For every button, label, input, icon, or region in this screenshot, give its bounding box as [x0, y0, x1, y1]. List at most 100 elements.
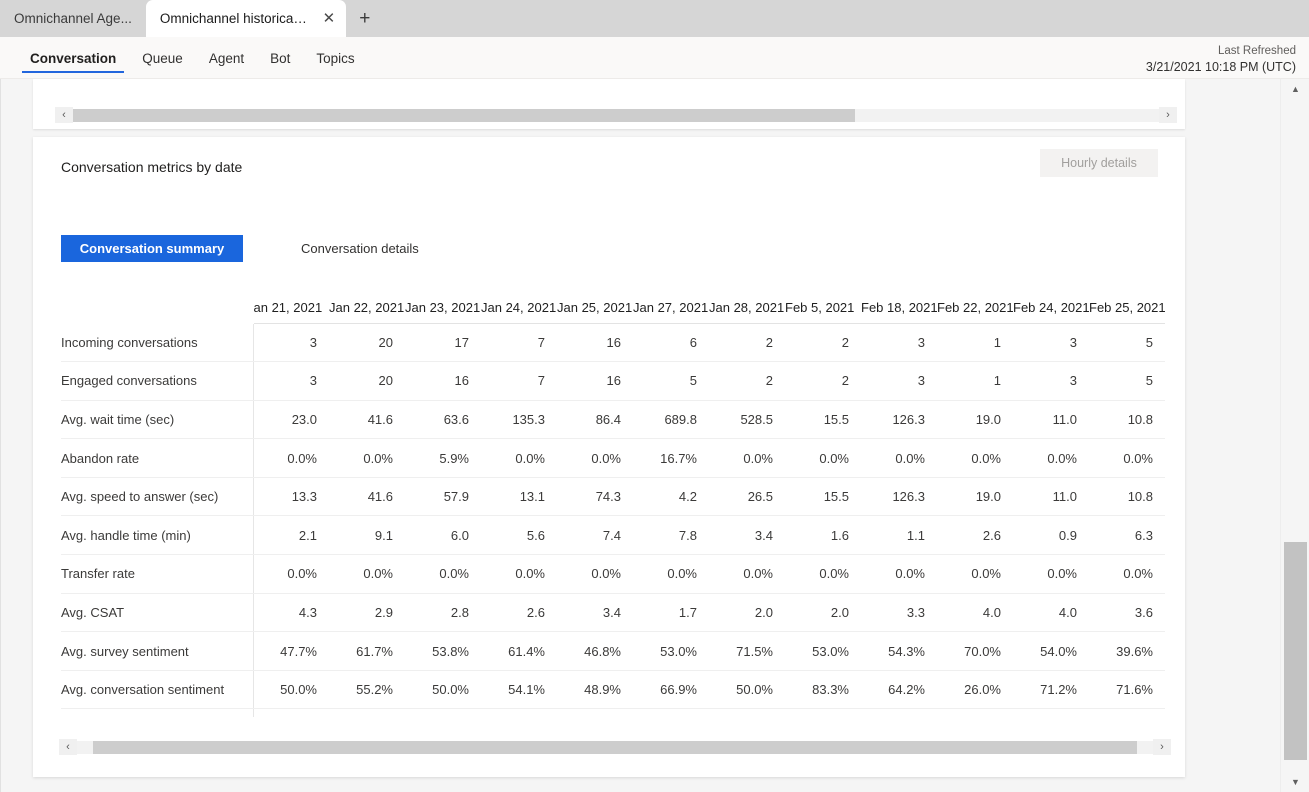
cell-r1-c9: 1: [937, 361, 1013, 401]
row-header-6: Transfer rate: [61, 554, 254, 594]
row-header-9: Avg. conversation sentiment: [61, 670, 254, 710]
app-header: Conversation Queue Agent Bot Topics Last…: [0, 37, 1309, 79]
pivot-conversation-details[interactable]: Conversation details: [285, 235, 435, 262]
cell-r5-c1: 9.1: [329, 515, 405, 556]
tab-topics[interactable]: Topics: [306, 37, 364, 79]
cell-r8-c7: 53.0%: [785, 631, 861, 671]
chevron-right-icon[interactable]: ›: [1153, 739, 1171, 755]
cell-r2-c4: 86.4: [557, 400, 633, 440]
cell-r1-c7: 2: [785, 361, 861, 401]
table-body: Incoming conversations 3 20 17 7 16 6 2 2 3 1 3 5 Eng…: [61, 323, 1165, 717]
chevron-right-icon[interactable]: ›: [1159, 107, 1177, 123]
cell-r3-c11: 0.0%: [1089, 438, 1165, 478]
table-row: Transfer rate 0.0% 0.0% 0.0% 0.0% 0.0% 0.0% 0.0…: [61, 554, 1165, 594]
scroll-thumb[interactable]: [1284, 542, 1307, 760]
cell-r1-c3: 7: [481, 361, 557, 401]
cell-r5-c2: 6.0: [405, 515, 481, 556]
cell-r9-c10: 71.2%: [1013, 670, 1089, 710]
cell-r2-c2: 63.6: [405, 400, 481, 440]
scroll-track[interactable]: [73, 108, 1159, 122]
cell-r3-c5: 16.7%: [633, 438, 709, 478]
table-row: Engaged conversations 3 20 16 7 16 5 2 2 3 1 3 5: [61, 361, 1165, 401]
tab-agent[interactable]: Agent: [199, 37, 254, 79]
cell-r8-c4: 46.8%: [557, 631, 633, 671]
cell-r1-c11: 5: [1089, 361, 1165, 401]
row-header-5: Avg. handle time (min): [61, 515, 254, 556]
cell-r8-c9: 70.0%: [937, 631, 1013, 671]
browser-tab-label: Omnichannel historical an...: [159, 11, 308, 26]
cell-r3-c6: 0.0%: [709, 438, 785, 478]
cell-r8-c10: 54.0%: [1013, 631, 1089, 671]
chevron-left-icon[interactable]: ‹: [59, 739, 77, 755]
cell-r0-c10: 3: [1013, 323, 1089, 363]
cell-r2-c10: 11.0: [1013, 400, 1089, 440]
cell-r7-c9: 4.0: [937, 593, 1013, 633]
cell-r0-c0: 3: [253, 323, 329, 363]
cell-r5-c3: 5.6: [481, 515, 557, 556]
metrics-table: an 21, 2021 Jan 22, 2021 Jan 23, 2021 Jan 2…: [61, 277, 1165, 717]
cell-r7-c0: 4.3: [253, 593, 329, 633]
tab-queue[interactable]: Queue: [132, 37, 193, 79]
cell-r4-c3: 13.1: [481, 477, 557, 517]
cell-r2-c3: 135.3: [481, 400, 557, 440]
column-header-8: Feb 18, 2021: [861, 277, 937, 324]
metrics-table-wrapper: an 21, 2021 Jan 22, 2021 Jan 23, 2021 Jan 2…: [61, 277, 1165, 717]
row-header-1: Engaged conversations: [61, 361, 254, 401]
cell-r0-c3: 7: [481, 323, 557, 363]
cell-r8-c2: 53.8%: [405, 631, 481, 671]
cell-r7-c1: 2.9: [329, 593, 405, 633]
tab-label: Bot: [270, 50, 291, 66]
cell-r10-c6: 6.8: [709, 708, 785, 717]
column-header-3: Jan 24, 2021: [481, 277, 557, 324]
cell-r7-c6: 2.0: [709, 593, 785, 633]
plus-icon[interactable]: +: [346, 0, 384, 37]
row-header-3: Abandon rate: [61, 438, 254, 478]
cell-r6-c9: 0.0%: [937, 554, 1013, 594]
cell-r0-c9: 1: [937, 323, 1013, 363]
cell-r6-c6: 0.0%: [709, 554, 785, 594]
cell-r6-c8: 0.0%: [861, 554, 937, 594]
cell-r7-c7: 2.0: [785, 593, 861, 633]
browser-tab-active[interactable]: Omnichannel historical an... ✕: [145, 0, 346, 37]
pivot-conversation-summary[interactable]: Conversation summary: [61, 235, 243, 262]
tab-label: Queue: [142, 50, 183, 66]
table-row: Abandon rate 0.0% 0.0% 5.9% 0.0% 0.0% 16.7% 0.0…: [61, 438, 1165, 478]
cell-r0-c6: 2: [709, 323, 785, 363]
chevron-up-icon[interactable]: ▲: [1281, 79, 1309, 99]
cell-r1-c4: 16: [557, 361, 633, 401]
upper-horizontal-scrollbar[interactable]: ‹ ›: [55, 107, 1177, 123]
chevron-left-icon[interactable]: ‹: [55, 107, 73, 123]
cell-r2-c1: 41.6: [329, 400, 405, 440]
cell-r1-c5: 5: [633, 361, 709, 401]
tab-conversation[interactable]: Conversation: [20, 37, 126, 79]
cell-r4-c0: 13.3: [253, 477, 329, 517]
close-icon[interactable]: ✕: [320, 9, 338, 29]
scroll-thumb[interactable]: [93, 740, 1137, 754]
cell-r10-c7: 1.7: [785, 708, 861, 717]
table-row: Incoming conversations 3 20 17 7 16 6 2 2 3 1 3 5: [61, 323, 1165, 363]
cell-r2-c6: 528.5: [709, 400, 785, 440]
scroll-track[interactable]: [77, 740, 1153, 754]
table-horizontal-scrollbar[interactable]: ‹ ›: [59, 739, 1171, 755]
cell-r10-c5: 9.7: [633, 708, 709, 717]
browser-tab-inactive[interactable]: Omnichannel Age...: [0, 0, 146, 37]
tab-bot[interactable]: Bot: [260, 37, 300, 79]
scroll-thumb[interactable]: [73, 108, 855, 122]
cell-r5-c11: 6.3: [1089, 515, 1165, 556]
cell-r5-c9: 2.6: [937, 515, 1013, 556]
cell-r2-c11: 10.8: [1089, 400, 1165, 440]
cell-r10-c1: 9.6: [329, 708, 405, 717]
cell-r9-c4: 48.9%: [557, 670, 633, 710]
chevron-down-icon[interactable]: ▼: [1281, 772, 1309, 792]
cell-r0-c1: 20: [329, 323, 405, 363]
browser-tab-strip: Omnichannel Age... Omnichannel historica…: [0, 0, 1309, 37]
cell-r10-c8: 1.9: [861, 708, 937, 717]
page-vertical-scrollbar[interactable]: ▲ ▼: [1280, 79, 1309, 792]
row-header-7: Avg. CSAT: [61, 593, 254, 633]
cell-r5-c5: 7.8: [633, 515, 709, 556]
cell-r10-c10: 1.5: [1013, 708, 1089, 717]
cell-r1-c0: 3: [253, 361, 329, 401]
hourly-details-button[interactable]: Hourly details: [1040, 149, 1158, 177]
cell-r6-c4: 0.0%: [557, 554, 633, 594]
cell-r10-c0: 2.3: [253, 708, 329, 717]
